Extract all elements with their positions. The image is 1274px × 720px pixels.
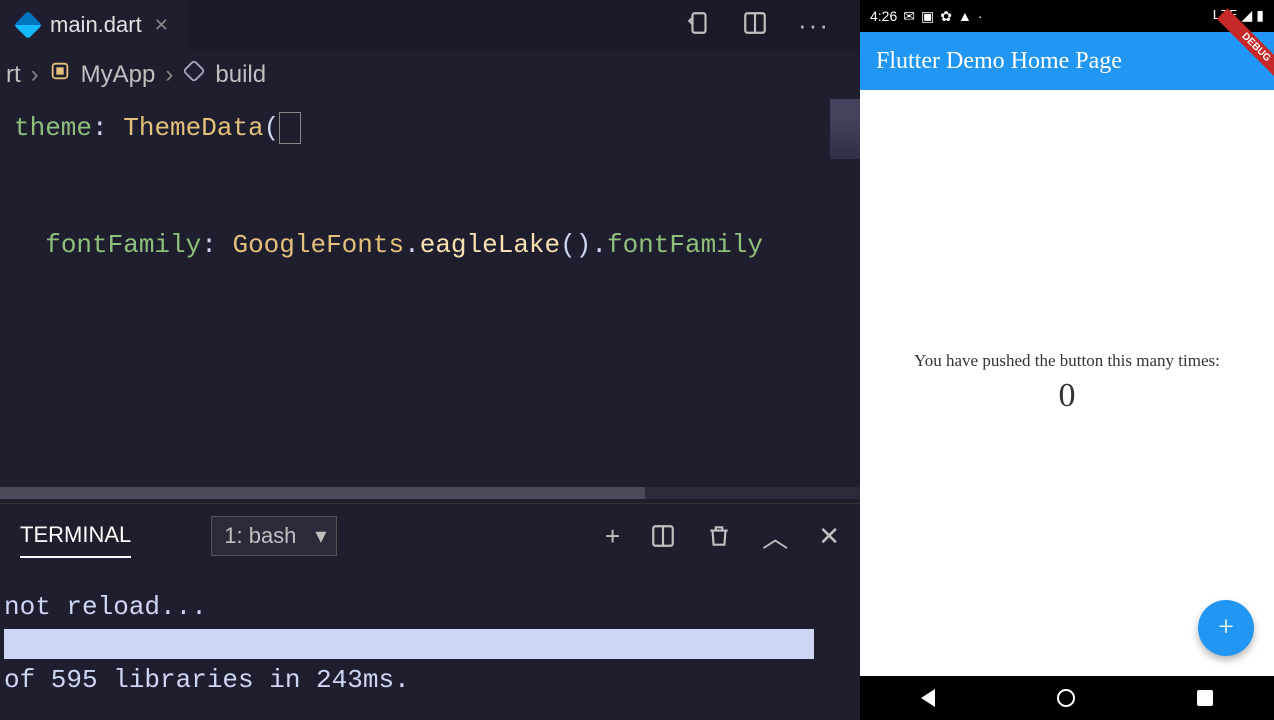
drive-icon: ▲ <box>958 8 972 24</box>
breadcrumb-method[interactable]: build <box>215 61 266 89</box>
terminal-highlight <box>4 629 814 659</box>
breadcrumb[interactable]: rt › MyApp › build <box>0 50 860 99</box>
terminal-output[interactable]: not reload... of 595 libraries in 243ms. <box>0 568 860 720</box>
device-icon[interactable] <box>686 10 712 36</box>
new-terminal-icon[interactable]: + <box>605 521 620 552</box>
mail-icon: ✉ <box>903 8 915 25</box>
status-time: 4:26 <box>870 8 897 24</box>
chevron-right-icon: › <box>165 61 173 89</box>
app-bar: Flutter Demo Home Page DEBUG <box>860 32 1274 90</box>
battery-icon: ▮ <box>1256 8 1264 25</box>
code-token: ThemeData <box>123 113 263 143</box>
minimap[interactable] <box>830 99 860 159</box>
tab-bar: main.dart ✕ ··· <box>0 0 860 50</box>
editor-top-actions: ··· <box>686 10 860 41</box>
terminal-panel: TERMINAL 1: bash + ︿ ✕ not reload... of … <box>0 503 860 720</box>
settings-icon: ✿ <box>940 8 952 25</box>
code-editor[interactable]: theme: ThemeData( fontFamily: GoogleFont… <box>0 99 860 487</box>
counter-value: 0 <box>1059 377 1076 415</box>
shell-name: 1: bash <box>224 523 296 548</box>
split-terminal-icon[interactable] <box>650 523 676 549</box>
phone-emulator: 4:26 ✉ ▣ ✿ ▲ · LTE ◢ ▮ Flutter Demo Home… <box>860 0 1274 720</box>
terminal-line: of 595 libraries in 243ms. <box>4 661 856 700</box>
more-actions-icon[interactable]: ··· <box>798 10 830 41</box>
close-tab-icon[interactable]: ✕ <box>154 15 169 36</box>
recents-button[interactable] <box>1197 690 1213 706</box>
trash-icon[interactable] <box>706 523 732 549</box>
class-icon <box>49 60 71 89</box>
code-token: fontFamily <box>607 230 763 260</box>
horizontal-scrollbar[interactable] <box>0 487 860 499</box>
file-tab[interactable]: main.dart ✕ <box>0 0 187 50</box>
back-button[interactable] <box>921 689 935 707</box>
code-token: fontFamily <box>45 230 201 260</box>
terminal-header: TERMINAL 1: bash + ︿ ✕ <box>0 504 860 568</box>
chevron-right-icon: › <box>31 61 39 89</box>
app-body: You have pushed the button this many tim… <box>860 90 1274 676</box>
terminal-line: not reload... <box>4 588 856 627</box>
editor-pane: main.dart ✕ ··· rt › MyApp › build theme… <box>0 0 860 720</box>
scrollbar-thumb[interactable] <box>0 487 645 499</box>
android-nav-bar <box>860 676 1274 720</box>
split-editor-icon[interactable] <box>742 10 768 36</box>
code-token: theme <box>14 113 92 143</box>
home-button[interactable] <box>1057 689 1075 707</box>
code-token: eagleLake <box>420 230 560 260</box>
plus-icon: + <box>1218 612 1234 644</box>
terminal-shell-select[interactable]: 1: bash <box>211 516 337 556</box>
signal-icon: ◢ <box>1242 8 1253 25</box>
close-panel-icon[interactable]: ✕ <box>818 521 840 552</box>
body-text: You have pushed the button this many tim… <box>914 351 1220 371</box>
android-status-bar: 4:26 ✉ ▣ ✿ ▲ · LTE ◢ ▮ <box>860 0 1274 32</box>
dot-icon: · <box>978 8 983 24</box>
terminal-tab[interactable]: TERMINAL <box>20 514 131 558</box>
app-title: Flutter Demo Home Page <box>876 48 1122 75</box>
dart-file-icon <box>14 11 42 39</box>
tab-filename: main.dart <box>50 12 142 38</box>
breadcrumb-class[interactable]: MyApp <box>81 61 156 89</box>
method-icon <box>183 60 205 89</box>
code-token: GoogleFonts <box>232 230 404 260</box>
image-icon: ▣ <box>921 8 934 25</box>
fab-add-button[interactable]: + <box>1198 600 1254 656</box>
breadcrumb-segment[interactable]: rt <box>6 61 21 89</box>
chevron-up-icon[interactable]: ︿ <box>762 518 788 555</box>
